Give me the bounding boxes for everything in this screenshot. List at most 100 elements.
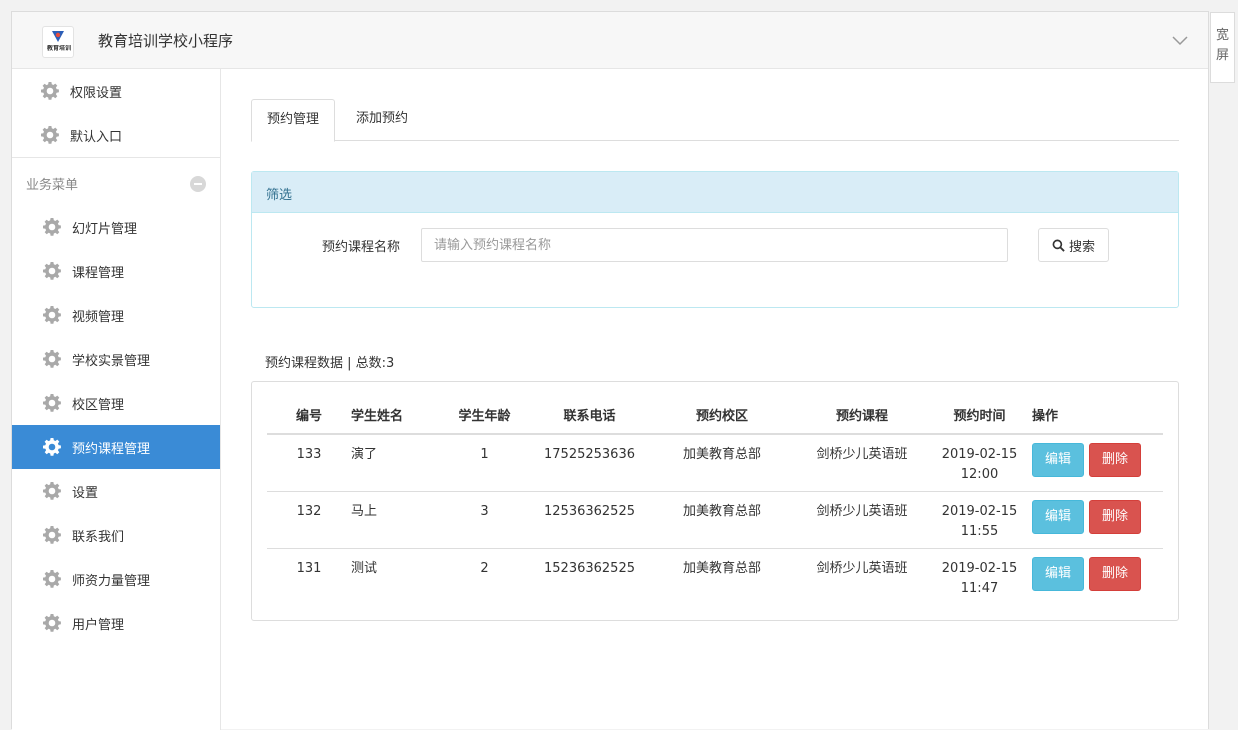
cell-actions: 编辑 删除 bbox=[1032, 434, 1163, 492]
sidebar-item-label: 设置 bbox=[72, 485, 99, 501]
app-title: 教育培训学校小程序 bbox=[98, 32, 234, 50]
sidebar-item-2[interactable]: 视频管理 bbox=[12, 293, 220, 337]
gear-icon bbox=[43, 438, 61, 456]
cell-date: 2019-02-15 bbox=[941, 447, 1018, 462]
sidebar-item-label: 校区管理 bbox=[72, 397, 125, 413]
cell-time: 2019-02-15 11:55 bbox=[927, 491, 1032, 549]
cell-id: 131 bbox=[296, 560, 322, 576]
logo-mark-icon bbox=[52, 31, 64, 42]
table-row: 133 演了 1 17525253636 加美教育总部 剑桥少儿英语班 2019-02-15… bbox=[267, 434, 1163, 492]
app-window: 教育培训 教育培训学校小程序 业务菜单 权限设置默认入口幻灯片管理课程管理 视频管… bbox=[11, 11, 1209, 730]
gear-icon bbox=[43, 394, 61, 412]
gear-icon bbox=[43, 614, 61, 632]
sidebar-item-6[interactable]: 设置 bbox=[12, 469, 220, 513]
cell-campus: 加美教育总部 bbox=[647, 434, 797, 492]
widescreen-label-2: 屏 bbox=[1215, 48, 1229, 63]
delete-button[interactable]: 删除 bbox=[1089, 556, 1142, 591]
cell-phone: 15236362525 bbox=[544, 560, 635, 576]
delete-button[interactable]: 删除 bbox=[1089, 499, 1142, 534]
search-icon bbox=[1052, 239, 1065, 252]
section-label: 业务菜单 bbox=[26, 178, 79, 193]
col-header-id: 编号 bbox=[267, 396, 351, 435]
table-row: 132 马上 3 12536362525 加美教育总部 剑桥少儿英语班 2019-02-15… bbox=[267, 491, 1163, 549]
tab-add-appointment[interactable]: 添加预约 bbox=[341, 99, 423, 141]
cell-id: 133 bbox=[267, 434, 351, 492]
col-header-campus: 预约校区 bbox=[647, 396, 797, 435]
sidebar-item-label: 用户管理 bbox=[72, 617, 125, 633]
table-row: 131 测试 2 15236362525 加美教育总部 剑桥少儿英语班 2019-02-15… bbox=[267, 548, 1163, 605]
cell-student-name: 马上 bbox=[351, 491, 437, 549]
gear-icon bbox=[43, 262, 61, 280]
sidebar-section-business[interactable]: 业务菜单 bbox=[12, 157, 220, 205]
cell-student-age: 1 bbox=[437, 434, 532, 492]
sidebar-item-label: 默认入口 bbox=[70, 129, 123, 145]
edit-button[interactable]: 编辑 bbox=[1032, 443, 1085, 477]
table-header-row: 编号 学生姓名 学生年龄 联系电话 预约校区 预约课程 预约时间 操作 bbox=[267, 396, 1163, 435]
cell-student-name: 演了 bbox=[351, 434, 437, 492]
gear-icon bbox=[41, 82, 59, 100]
filter-panel-title: 筛选 bbox=[252, 172, 1178, 213]
sidebar-item-label: 学校实景管理 bbox=[72, 353, 151, 369]
sidebar-item-9[interactable]: 用户管理 bbox=[12, 601, 220, 645]
gear-icon bbox=[43, 526, 61, 544]
col-header-student-name: 学生姓名 bbox=[351, 396, 437, 435]
cell-course: 剑桥少儿英语班 bbox=[797, 491, 927, 549]
cell-id: 132 bbox=[267, 491, 351, 549]
appointment-table: 编号 学生姓名 学生年龄 联系电话 预约校区 预约课程 预约时间 操作 133 演… bbox=[267, 396, 1163, 605]
col-header-actions: 操作 bbox=[1032, 396, 1163, 435]
col-header-time: 预约时间 bbox=[927, 396, 1032, 435]
top-bar: 教育培训 教育培训学校小程序 bbox=[12, 12, 1208, 69]
chevron-down-icon[interactable] bbox=[1170, 30, 1190, 50]
gear-icon bbox=[43, 306, 61, 324]
search-button[interactable]: 搜索 bbox=[1038, 228, 1109, 262]
table-container: 编号 学生姓名 学生年龄 联系电话 预约校区 预约课程 预约时间 操作 133 演… bbox=[251, 381, 1179, 621]
gear-icon bbox=[43, 570, 61, 588]
gear-icon bbox=[43, 218, 61, 236]
col-header-course: 预约课程 bbox=[797, 396, 927, 435]
sidebar-item-top-1[interactable]: 默认入口 bbox=[12, 113, 220, 157]
cell-student-age: 3 bbox=[437, 491, 532, 549]
sidebar-item-label: 预约课程管理 bbox=[72, 441, 151, 457]
widescreen-label-1: 宽 bbox=[1215, 28, 1229, 43]
sidebar-item-label: 幻灯片管理 bbox=[72, 221, 138, 237]
data-summary: 预约课程数据 | 总数:3 bbox=[265, 356, 395, 371]
delete-button[interactable]: 删除 bbox=[1089, 443, 1142, 477]
sidebar-item-label: 联系我们 bbox=[72, 529, 125, 545]
app-logo: 教育培训 bbox=[42, 26, 74, 58]
sidebar-item-8[interactable]: 师资力量管理 bbox=[12, 557, 220, 601]
widescreen-button[interactable]: 宽 屏 bbox=[1210, 12, 1235, 83]
course-name-label: 预约课程名称 bbox=[322, 240, 401, 255]
sidebar-item-top-0[interactable]: 权限设置 bbox=[12, 69, 220, 113]
cell-clock: 12:00 bbox=[960, 467, 999, 482]
sidebar-item-7[interactable]: 联系我们 bbox=[12, 513, 220, 557]
main-content: 预约管理 添加预约 筛选 预约课程名称 搜索 预约课程数据 | 总数:3 bbox=[221, 69, 1209, 730]
sidebar-item-4[interactable]: 校区管理 bbox=[12, 381, 220, 425]
cell-clock: 11:55 bbox=[960, 523, 999, 539]
cell-student-name: 测试 bbox=[351, 560, 378, 576]
cell-phone: 17525253636 bbox=[532, 434, 647, 492]
search-button-label: 搜索 bbox=[1068, 239, 1095, 255]
sidebar-item-5[interactable]: 预约课程管理 bbox=[12, 425, 220, 469]
cell-date: 2019-02-15 bbox=[941, 560, 1018, 576]
sidebar-item-3[interactable]: 学校实景管理 bbox=[12, 337, 220, 381]
cell-course: 剑桥少儿英语班 bbox=[816, 560, 908, 576]
sidebar-item-label: 权限设置 bbox=[70, 85, 123, 101]
cell-course: 剑桥少儿英语班 bbox=[797, 434, 927, 492]
edit-button[interactable]: 编辑 bbox=[1032, 499, 1085, 534]
cell-actions: 编辑 删除 bbox=[1032, 491, 1163, 549]
col-header-phone: 联系电话 bbox=[532, 396, 647, 435]
cell-time: 2019-02-15 11:47 bbox=[927, 548, 1032, 605]
sidebar-item-0[interactable]: 幻灯片管理 bbox=[12, 205, 220, 249]
cell-time: 2019-02-15 12:00 bbox=[927, 434, 1032, 492]
cell-clock: 11:47 bbox=[960, 580, 999, 596]
gear-icon bbox=[41, 126, 59, 144]
collapse-toggle-icon[interactable] bbox=[190, 176, 206, 192]
cell-phone: 12536362525 bbox=[532, 491, 647, 549]
sidebar-item-label: 师资力量管理 bbox=[72, 573, 151, 589]
tab-appointment-manage[interactable]: 预约管理 bbox=[251, 99, 336, 142]
course-name-input[interactable] bbox=[421, 228, 1008, 262]
cell-date: 2019-02-15 bbox=[941, 503, 1018, 519]
gear-icon bbox=[43, 350, 61, 368]
sidebar-item-1[interactable]: 课程管理 bbox=[12, 249, 220, 293]
edit-button[interactable]: 编辑 bbox=[1032, 556, 1085, 591]
